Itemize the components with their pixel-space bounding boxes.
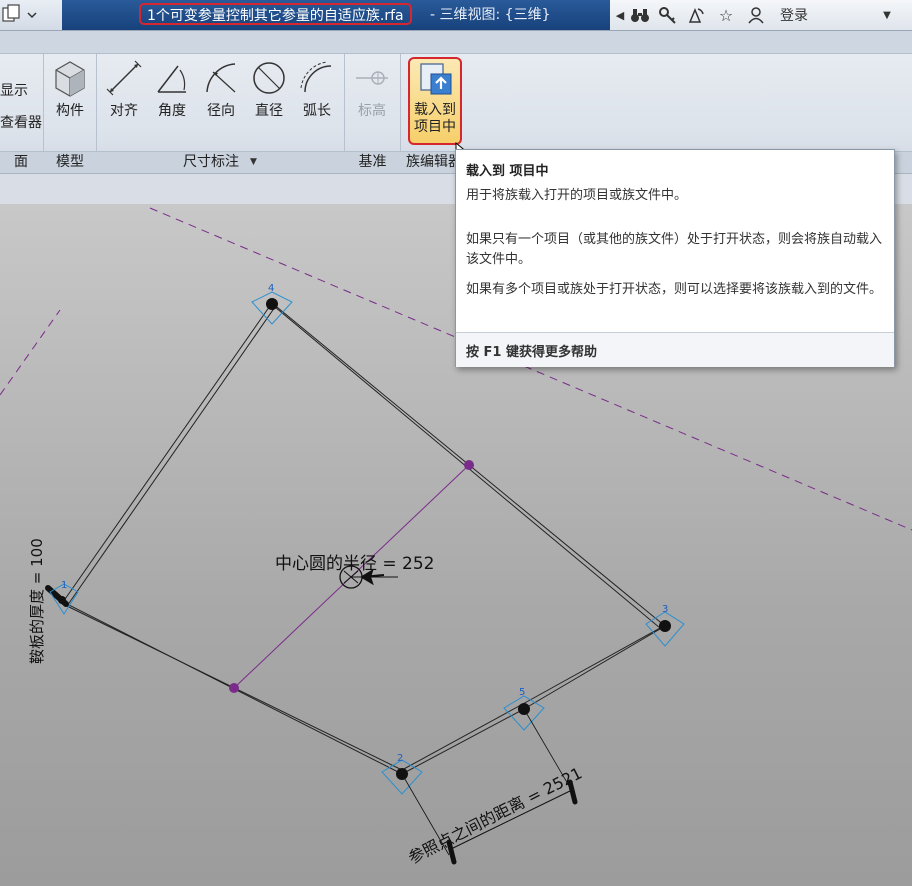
document-title: 1个可变参量控制其它参量的自适应族.rfa [139,3,412,25]
reference-plane-line [0,309,61,396]
thickness-label[interactable]: 鞍板的厚度 = 100 [28,538,46,664]
aligned-dimension-button[interactable]: 对齐 [101,58,147,121]
aligned-label: 对齐 [110,103,138,119]
dropdown-arrow-icon[interactable]: ▼ [880,4,894,26]
user-icon[interactable] [744,4,768,26]
load-into-project-content[interactable]: 载入到 项目中 [412,58,458,136]
login-link[interactable]: 登录 [774,4,814,26]
aligned-dimension-icon [106,60,142,96]
favorites-star-icon[interactable]: ☆ [714,4,738,26]
view-title: - 三维视图: {三维} [430,7,551,23]
point-number-3: 3 [662,604,668,615]
title-bar: 1个可变参量控制其它参量的自适应族.rfa - 三维视图: {三维} ◀ ☆ 登… [0,0,912,31]
point-number-4: 4 [268,283,274,294]
load-label-line1: 载入到 [414,102,456,118]
angular-dimension-icon [157,65,186,93]
component-label: 构件 [56,103,84,119]
level-button[interactable]: 标高 [349,58,395,121]
radial-dimension-icon [206,63,236,93]
panel-label-model: 模型 [56,154,84,170]
arc-length-dimension-button[interactable]: 弧长 [294,58,340,121]
panel-label-partial: 面 [14,154,28,170]
diameter-label: 直径 [255,103,283,119]
tooltip: 载入到 项目中 用于将族载入打开的项目或族文件中。 如果只有一个项目（或其他的族… [455,149,895,367]
arc-length-label: 弧长 [303,103,331,119]
ribbon-tab-strip [0,31,912,54]
tooltip-paragraph-1: 用于将族载入打开的项目或族文件中。 [466,188,688,203]
arc-length-dimension-icon [300,61,332,93]
binoculars-icon[interactable] [628,4,652,26]
scroll-left-icon[interactable]: ◀ [614,4,626,26]
tooltip-title: 载入到 项目中 [466,164,549,179]
panel-label-dimension[interactable]: 尺寸标注 [97,152,325,173]
midpoint-marker [229,683,239,693]
panel-label-datum: 基准 [358,154,387,170]
adaptive-point-2[interactable] [381,759,423,795]
load-label-line2: 项目中 [414,119,456,135]
satellite-icon[interactable] [684,4,708,26]
load-into-project-icon [420,63,452,95]
adaptive-point-3[interactable] [645,611,685,647]
level-icon [356,71,388,85]
window-switch-icon[interactable] [0,0,40,30]
saddle-plate-outline [62,302,666,775]
dimension-panel-dropdown-icon[interactable]: ▼ [250,152,257,173]
viewer-button[interactable]: 查看器 [0,112,42,132]
component-cube-icon [55,61,85,97]
adaptive-point-4[interactable] [251,291,293,325]
distance-label[interactable]: 参照点之间的距离 = 2521 [405,763,585,867]
point-number-1: 1 [61,580,67,591]
radius-label[interactable]: 中心圆的半径 = 252 [275,554,435,574]
level-label: 标高 [358,103,386,119]
key-icon[interactable] [656,4,680,26]
component-button[interactable]: 构件 [47,58,93,121]
angular-label: 角度 [158,103,186,119]
tooltip-paragraph-3: 如果有多个项目或族处于打开状态，则可以选择要将该族载入到的文件。 [466,282,883,297]
diameter-dimension-button[interactable]: 直径 [246,58,292,121]
tooltip-paragraph-2: 如果只有一个项目（或其他的族文件）处于打开状态，则会将族自动载入该文件中。 [466,232,883,267]
infocenter-bar: ◀ ☆ 登录 ▼ [610,0,912,30]
angular-dimension-button[interactable]: 角度 [149,58,195,121]
midpoint-marker [464,460,474,470]
diameter-dimension-icon [253,62,285,94]
tooltip-footer: 按 F1 键获得更多帮助 [456,332,894,367]
point-number-5: 5 [519,687,525,698]
quick-access-toolbar [0,0,60,30]
radial-dimension-button[interactable]: 径向 [198,58,244,121]
tooltip-help-text: 按 F1 键获得更多帮助 [466,345,597,360]
point-number-2: 2 [397,753,403,764]
show-button[interactable]: 显示 [0,80,28,100]
radial-label: 径向 [207,103,235,119]
